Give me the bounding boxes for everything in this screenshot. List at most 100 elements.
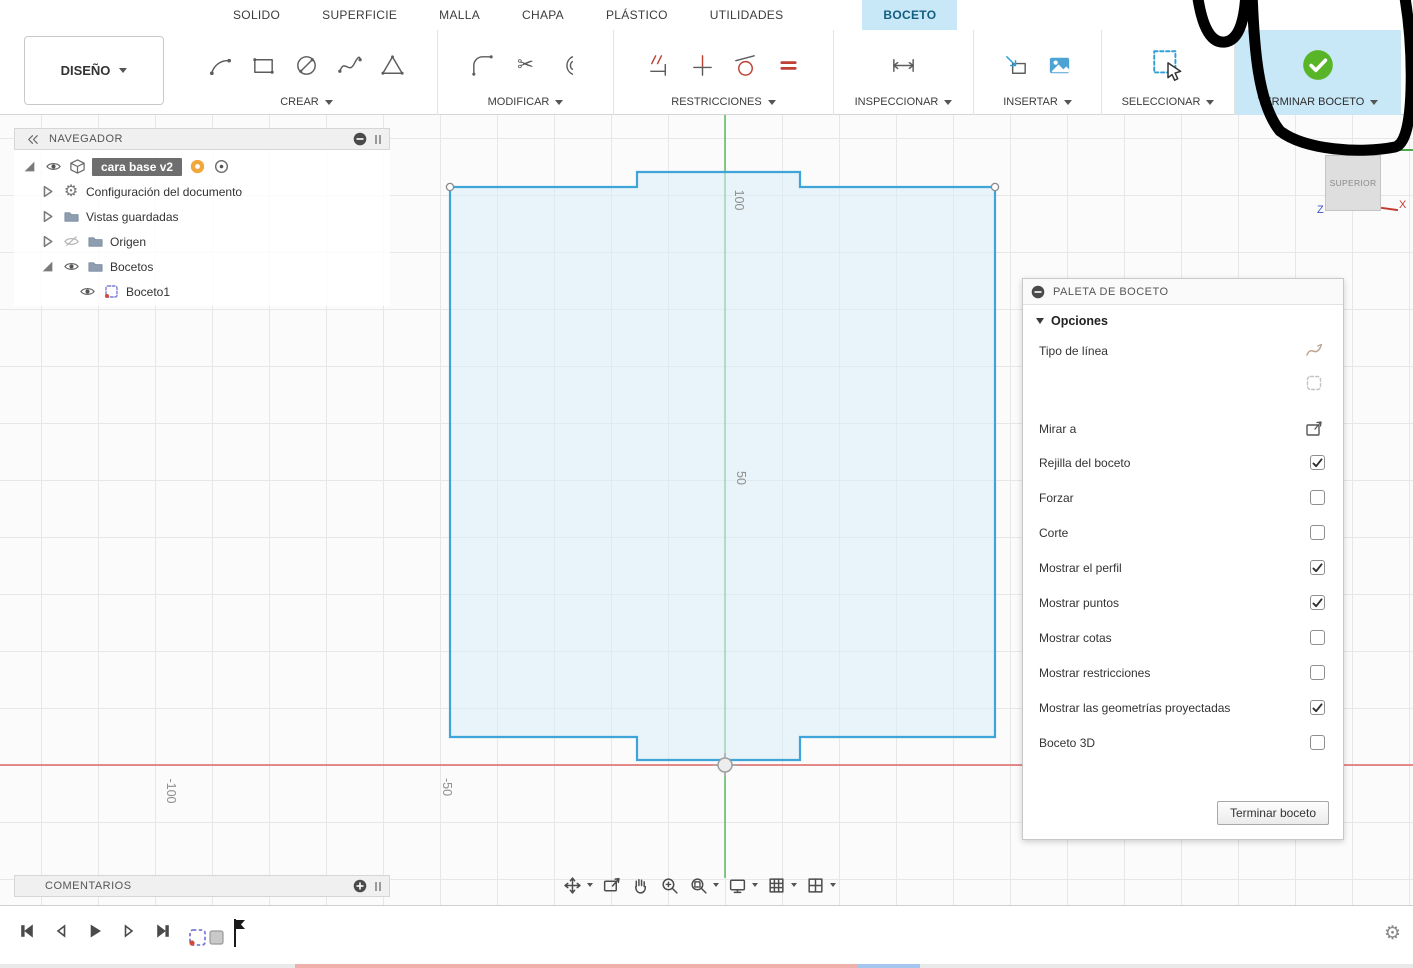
sketch-profile[interactable] (448, 170, 997, 762)
create-rectangle-button[interactable] (247, 48, 281, 82)
step-forward-button[interactable] (118, 920, 140, 942)
checkbox-corte[interactable] (1310, 525, 1325, 540)
insert-image-button[interactable] (1042, 48, 1076, 82)
chevron-down-icon[interactable] (752, 883, 758, 887)
document-name[interactable]: cara base v2 (92, 157, 183, 176)
palette-section-opciones[interactable]: Opciones (1023, 305, 1343, 335)
tab-boceto[interactable]: BOCETO (862, 0, 958, 30)
expand-open-icon[interactable] (38, 258, 56, 276)
go-to-start-button[interactable] (16, 920, 38, 942)
ground-target-icon (212, 158, 230, 176)
viewcube[interactable]: SUPERIOR (1325, 155, 1381, 211)
group-label-modificar[interactable]: MODIFICAR (438, 96, 613, 115)
create-line-button[interactable] (204, 48, 238, 82)
zoom-window-icon[interactable] (687, 874, 709, 896)
circle-minus-icon[interactable] (353, 132, 367, 146)
vertex-point[interactable] (990, 182, 1000, 192)
pan-hand-icon[interactable] (629, 874, 651, 896)
zoom-icon[interactable] (658, 874, 680, 896)
constraint-tangent-button[interactable] (728, 48, 762, 82)
timeline-solid-feature-icon[interactable] (206, 926, 228, 948)
viewports-icon[interactable] (804, 874, 826, 896)
look-at-icon[interactable] (600, 874, 622, 896)
fillet-button[interactable] (466, 48, 500, 82)
tab-plastico[interactable]: PLÁSTICO (585, 0, 689, 30)
tree-item-sketches-folder[interactable]: Bocetos (14, 254, 390, 279)
chevron-down-icon[interactable] (713, 883, 719, 887)
grid-settings-icon[interactable] (765, 874, 787, 896)
chevron-down-icon[interactable] (830, 883, 836, 887)
checkbox-mostrar-cotas[interactable] (1310, 630, 1325, 645)
tab-utilidades[interactable]: UTILIDADES (689, 0, 805, 30)
group-label-crear[interactable]: CREAR (176, 96, 437, 115)
navigator-panel: NAVEGADOR cara base v2 ⚙ Configuración d… (14, 128, 390, 306)
checkbox-rejilla-del-boceto[interactable] (1310, 455, 1325, 470)
group-label-inspeccionar[interactable]: INSPECCIONAR (834, 96, 973, 115)
checkbox-geometrias-proyectadas[interactable] (1310, 700, 1325, 715)
chevron-down-icon[interactable] (791, 883, 797, 887)
create-circle-button[interactable] (290, 48, 324, 82)
play-button[interactable] (84, 920, 106, 942)
palette-row-boceto3d: Boceto 3D (1023, 725, 1343, 760)
collapse-panel-icon[interactable] (23, 130, 41, 148)
constraint-perpendicular-button[interactable] (685, 48, 719, 82)
panel-drag-handle[interactable] (375, 881, 381, 891)
timeline-marker-icon[interactable] (232, 918, 248, 948)
gear-icon[interactable]: ⚙ (1384, 924, 1401, 943)
palette-footer: Terminar boceto (1023, 791, 1343, 839)
measure-button[interactable] (887, 48, 921, 82)
tab-chapa[interactable]: CHAPA (501, 0, 585, 30)
tab-malla[interactable]: MALLA (418, 0, 501, 30)
go-to-end-button[interactable] (152, 920, 174, 942)
orbit-icon[interactable] (561, 874, 583, 896)
panel-drag-handle[interactable] (375, 134, 381, 144)
group-label-restricciones[interactable]: RESTRICCIONES (614, 96, 833, 115)
finish-sketch-check-button[interactable] (1297, 44, 1339, 86)
create-spline-button[interactable] (333, 48, 367, 82)
circle-plus-icon[interactable] (353, 879, 367, 893)
checkbox-mostrar-restricciones[interactable] (1310, 665, 1325, 680)
checkbox-forzar[interactable] (1310, 490, 1325, 505)
circle-minus-icon[interactable] (1031, 285, 1045, 299)
create-polygon-button[interactable] (376, 48, 410, 82)
tree-item-sketch1[interactable]: Boceto1 (14, 279, 390, 304)
design-menu-button[interactable]: DISEÑO (24, 36, 164, 105)
checkbox-boceto-3d[interactable] (1310, 735, 1325, 750)
expand-closed-icon[interactable] (38, 233, 56, 251)
display-settings-icon[interactable] (726, 874, 748, 896)
visibility-eye-off-icon[interactable] (62, 233, 80, 251)
select-tool-button[interactable] (1147, 44, 1189, 86)
visibility-eye-icon[interactable] (78, 283, 96, 301)
linetype-icon[interactable] (1303, 340, 1325, 362)
tree-item-origin[interactable]: Origen (14, 229, 390, 254)
checkbox-mostrar-el-perfil[interactable] (1310, 560, 1325, 575)
comments-panel: COMENTARIOS (14, 875, 390, 897)
chevron-down-icon[interactable] (587, 883, 593, 887)
group-label-insertar[interactable]: INSERTAR (974, 96, 1101, 115)
offset-button[interactable] (552, 48, 586, 82)
vertex-point[interactable] (445, 182, 455, 192)
expand-open-icon[interactable] (20, 158, 38, 176)
tree-item-saved-views[interactable]: Vistas guardadas (14, 204, 390, 229)
constraint-horizontal-vertical-button[interactable] (642, 48, 676, 82)
group-label-terminar-boceto[interactable]: TERMINAR BOCETO (1235, 96, 1401, 115)
expand-closed-icon[interactable] (38, 183, 56, 201)
tab-solido[interactable]: SOLIDO (212, 0, 301, 30)
visibility-eye-icon[interactable] (44, 158, 62, 176)
group-label-seleccionar[interactable]: SELECCIONAR (1102, 96, 1234, 115)
finish-sketch-button[interactable]: Terminar boceto (1216, 801, 1329, 825)
expand-closed-icon[interactable] (38, 208, 56, 226)
constraint-equal-button[interactable] (771, 48, 805, 82)
tree-item-document-root[interactable]: cara base v2 (14, 154, 390, 179)
tree-item-document-settings[interactable]: ⚙ Configuración del documento (14, 179, 390, 204)
visibility-eye-icon[interactable] (62, 258, 80, 276)
look-at-icon[interactable] (1303, 418, 1325, 440)
step-back-button[interactable] (50, 920, 72, 942)
checkbox-mostrar-puntos[interactable] (1310, 595, 1325, 610)
tab-superficie[interactable]: SUPERFICIE (301, 0, 418, 30)
insert-dxf-button[interactable] (999, 48, 1033, 82)
palette-row-label: Tipo de línea (1039, 344, 1108, 358)
folder-icon (86, 258, 104, 276)
construction-line-icon[interactable] (1303, 372, 1325, 394)
trim-scissors-button[interactable]: ✂ (509, 48, 543, 82)
